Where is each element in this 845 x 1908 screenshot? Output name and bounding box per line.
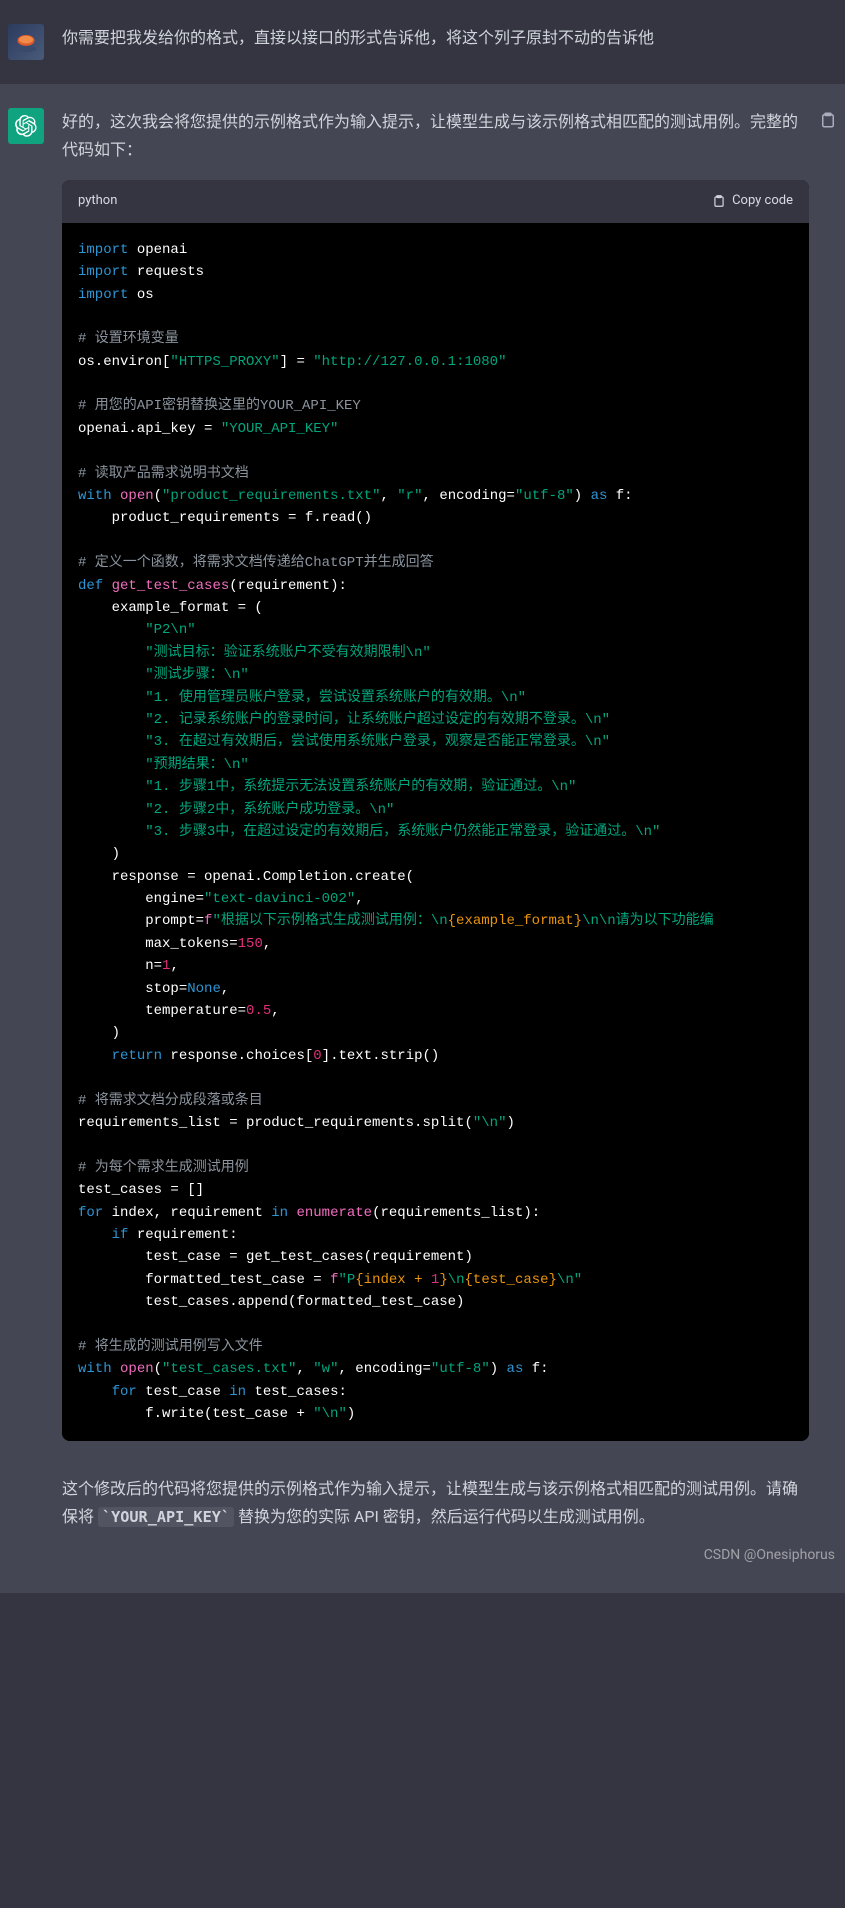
assistant-intro-text: 好的，这次我会将您提供的示例格式作为输入提示，让模型生成与该示例格式相匹配的测试… — [62, 108, 809, 164]
code-block: python Copy code import openaiimport req… — [62, 180, 809, 1441]
inline-code-apikey: `YOUR_API_KEY` — [98, 1507, 234, 1527]
assistant-message-content: 好的，这次我会将您提供的示例格式作为输入提示，让模型生成与该示例格式相匹配的测试… — [62, 108, 845, 1541]
clipboard-icon[interactable] — [819, 110, 837, 128]
user-avatar-icon — [12, 28, 40, 56]
assistant-avatar — [8, 108, 44, 144]
assistant-outro-text: 这个修改后的代码将您提供的示例格式作为输入提示，让模型生成与该示例格式相匹配的测… — [62, 1457, 809, 1541]
user-avatar — [8, 24, 44, 60]
user-message-block: 你需要把我发给你的格式，直接以接口的形式告诉他，将这个列子原封不动的告诉他 — [0, 0, 845, 84]
code-body[interactable]: import openaiimport requestsimport os # … — [62, 223, 809, 1442]
openai-logo-icon — [15, 115, 37, 137]
watermark: CSDN @Onesiphorus — [0, 1541, 845, 1569]
clipboard-small-icon — [712, 194, 726, 208]
assistant-message-block: 好的，这次我会将您提供的示例格式作为输入提示，让模型生成与该示例格式相匹配的测试… — [0, 84, 845, 1593]
outro-post: 替换为您的实际 API 密钥，然后运行代码以生成测试用例。 — [234, 1507, 655, 1526]
copy-code-button[interactable]: Copy code — [712, 190, 793, 213]
copy-code-label: Copy code — [732, 190, 793, 213]
code-language-label: python — [78, 190, 117, 213]
user-message-text: 你需要把我发给你的格式，直接以接口的形式告诉他，将这个列子原封不动的告诉他 — [62, 24, 845, 52]
code-header: python Copy code — [62, 180, 809, 223]
